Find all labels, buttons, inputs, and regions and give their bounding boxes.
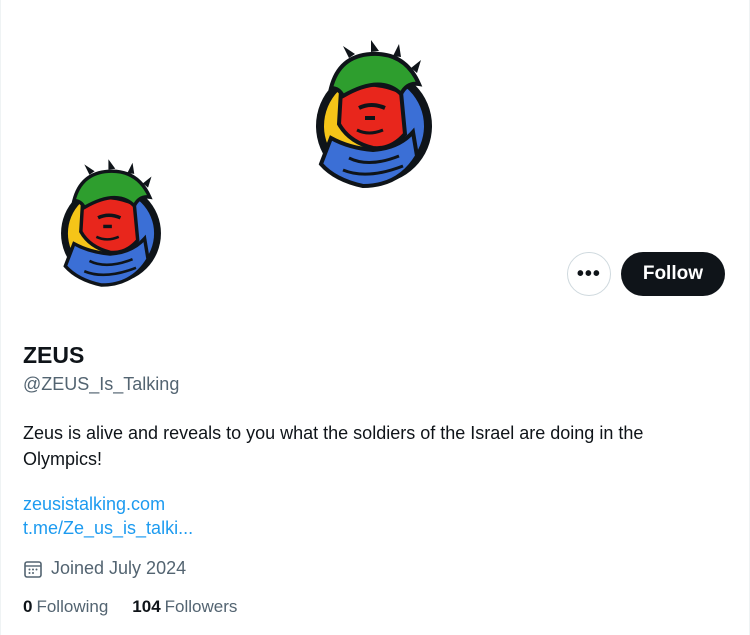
calendar-icon: [24, 560, 42, 578]
follow-stats: 0 Following 104 Followers: [23, 597, 237, 617]
profile-avatar[interactable]: [23, 152, 201, 292]
following-count: 0: [23, 597, 33, 616]
followers-label: Followers: [164, 597, 238, 616]
website-link[interactable]: zeusistalking.com: [23, 492, 193, 516]
display-name: ZEUS: [23, 342, 85, 368]
more-button-label: •••: [576, 262, 601, 285]
followers-link[interactable]: 104 Followers: [132, 597, 237, 617]
following-label: Following: [36, 597, 109, 616]
followers-count: 104: [132, 597, 161, 616]
joined-date: Joined July 2024: [23, 558, 186, 579]
profile-links: zeusistalking.com t.me/Ze_us_is_talki...: [23, 492, 193, 540]
profile-bio: Zeus is alive and reveals to you what th…: [23, 423, 644, 469]
follow-button[interactable]: Follow: [620, 252, 725, 296]
telegram-link[interactable]: t.me/Ze_us_is_talki...: [23, 516, 193, 540]
joined-text: Joined July 2024: [51, 558, 187, 578]
profile-actions: ••• Follow: [566, 252, 725, 296]
more-dots-icon[interactable]: •••: [566, 252, 611, 296]
following-link[interactable]: 0 Following: [23, 597, 108, 617]
zeus-logo-icon: [61, 159, 161, 287]
profile-page: ••• Follow ZEUS @ZEUS_Is_Talking Zeus is…: [0, 0, 750, 635]
user-handle: @ZEUS_Is_Talking: [23, 374, 180, 394]
zeus-logo-icon: [316, 40, 432, 189]
